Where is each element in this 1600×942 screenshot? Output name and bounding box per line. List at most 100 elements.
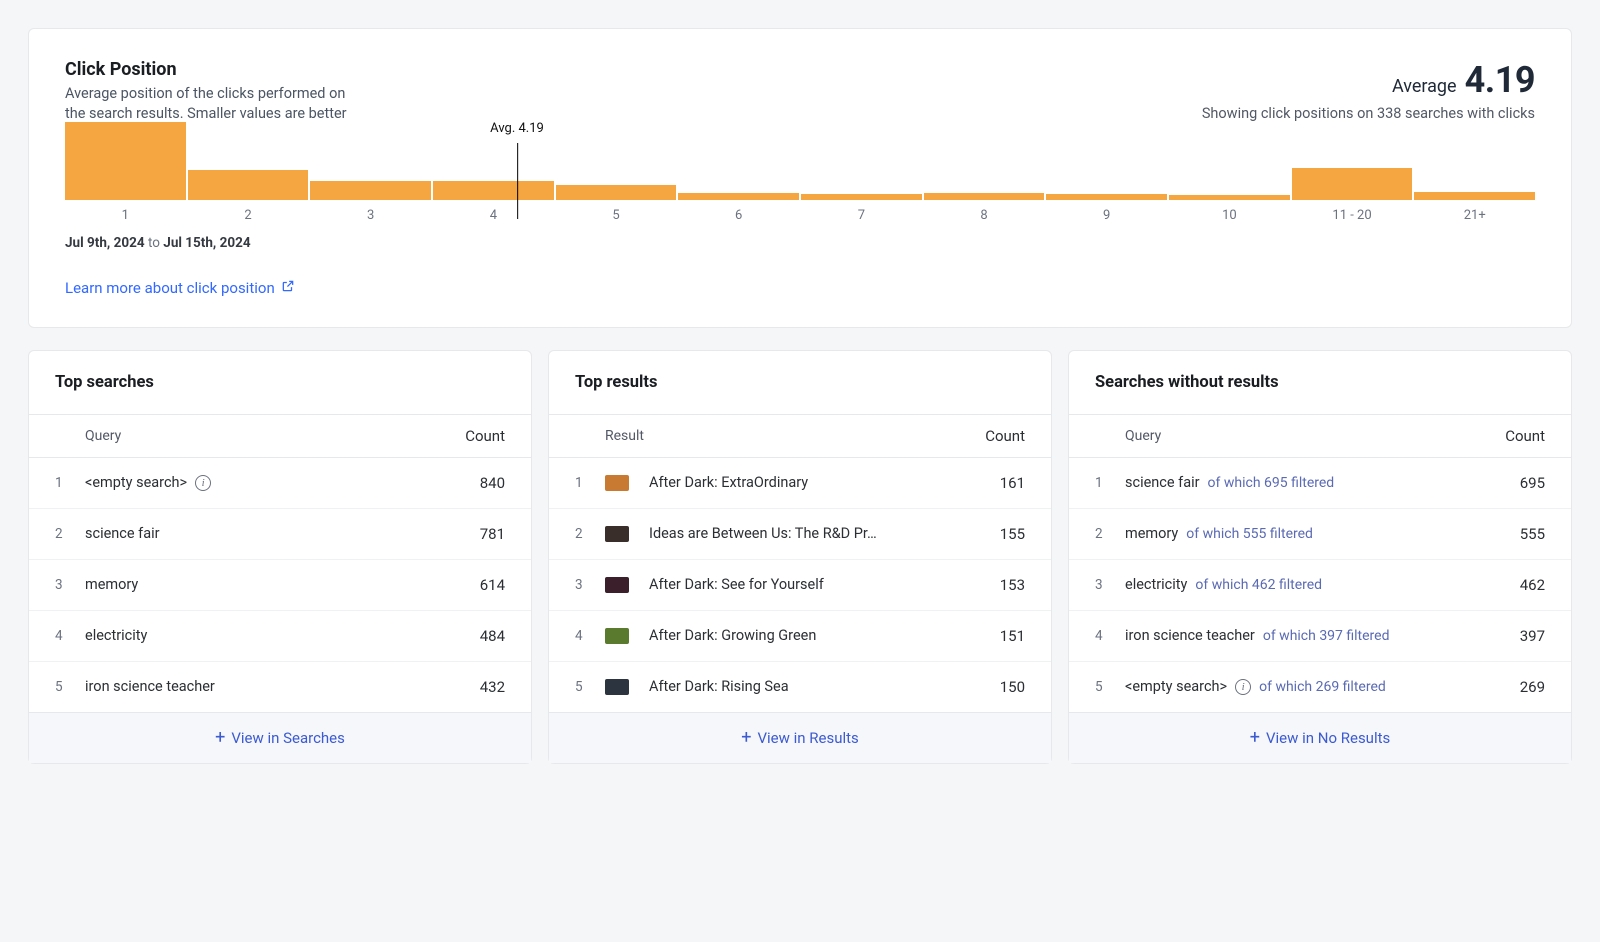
chart-bar — [1169, 195, 1290, 199]
learn-more-link[interactable]: Learn more about click position — [65, 279, 295, 297]
query-text: iron science teacher — [1125, 627, 1255, 644]
row-index: 3 — [55, 577, 85, 593]
table-row[interactable]: 5<empty search>i of which 269 filtered26… — [1069, 662, 1571, 713]
bar-col: 21+ — [1414, 192, 1535, 222]
bar-col: 10 — [1169, 195, 1290, 222]
count-cell: 269 — [1485, 678, 1545, 696]
query-text: <empty search> — [85, 474, 187, 491]
bar-col: 5 — [556, 185, 677, 223]
result-cell: After Dark: Rising Sea — [605, 678, 965, 695]
query-cell: science fair — [85, 525, 445, 542]
table-row[interactable]: 5After Dark: Rising Sea150 — [549, 662, 1051, 713]
average-label: Average — [1392, 76, 1457, 97]
table-row[interactable]: 2science fair781 — [29, 509, 531, 560]
count-cell: 462 — [1485, 576, 1545, 594]
query-cell: <empty search> i — [85, 474, 445, 491]
bar-label: 10 — [1222, 208, 1237, 223]
top-results-card: Top results Result Count 1After Dark: Ex… — [548, 350, 1052, 764]
result-text: Ideas are Between Us: The R&D Pr… — [649, 525, 877, 542]
top-searches-header: Query Count — [29, 415, 531, 458]
row-index: 4 — [1095, 628, 1125, 644]
bar-label: 9 — [1103, 208, 1110, 223]
filtered-text: of which 397 filtered — [1263, 628, 1390, 644]
bar-col: 9 — [1046, 194, 1167, 222]
bar-col: 1 — [65, 122, 186, 223]
filtered-text: of which 462 filtered — [1195, 577, 1322, 593]
chart-bar — [433, 181, 554, 200]
table-row[interactable]: 4electricity 484 — [29, 611, 531, 662]
col-query-label: Query — [85, 428, 445, 444]
count-cell: 151 — [965, 627, 1025, 645]
table-row[interactable]: 3 After Dark: See for Yourself 153 — [549, 560, 1051, 611]
row-index: 4 — [55, 628, 85, 644]
no-results-title: Searches without results — [1069, 351, 1571, 415]
row-index: 3 — [575, 577, 605, 593]
bar-label: 8 — [980, 208, 987, 223]
average-value: 4.19 — [1465, 59, 1535, 101]
view-in-results-link[interactable]: + View in Results — [549, 713, 1051, 763]
view-in-no-results-link[interactable]: + View in No Results — [1069, 713, 1571, 763]
result-cell: After Dark: ExtraOrdinary — [605, 474, 965, 491]
row-index: 4 — [575, 628, 605, 644]
top-searches-title: Top searches — [29, 351, 531, 415]
result-thumbnail — [605, 628, 629, 644]
query-text: science fair — [85, 525, 160, 542]
query-cell: electricity — [85, 627, 445, 644]
avg-marker: Avg. 4.19 — [490, 121, 544, 136]
table-row[interactable]: 5iron science teacher432 — [29, 662, 531, 713]
bar-label: 11 - 20 — [1332, 208, 1371, 223]
chart-bar — [310, 181, 431, 200]
result-cell: After Dark: Growing Green — [605, 627, 965, 644]
table-row[interactable]: 1science fair of which 695 filtered695 — [1069, 458, 1571, 509]
col-count-label: Count — [965, 427, 1025, 445]
info-icon[interactable]: i — [1235, 679, 1251, 695]
table-row[interactable]: 3electricity of which 462 filtered462 — [1069, 560, 1571, 611]
table-row[interactable]: 2Ideas are Between Us: The R&D Pr…155 — [549, 509, 1051, 560]
bar-label: 21+ — [1464, 208, 1486, 223]
bar-label: 2 — [244, 208, 251, 223]
query-cell: science fair of which 695 filtered — [1125, 474, 1485, 491]
col-count-label: Count — [445, 427, 505, 445]
click-position-header: Click Position Average position of the c… — [65, 59, 365, 125]
view-in-searches-link[interactable]: + View in Searches — [29, 713, 531, 763]
table-row[interactable]: 3memory614 — [29, 560, 531, 611]
result-thumbnail — [605, 679, 629, 695]
footer-label: View in Searches — [231, 729, 345, 747]
bar-col: 6 — [678, 193, 799, 222]
row-index: 3 — [1095, 577, 1125, 593]
click-position-description: Average position of the clicks performed… — [65, 84, 365, 125]
bar-col: 4 — [433, 181, 554, 223]
average-summary: Average 4.19 Showing click positions on … — [1202, 59, 1535, 122]
date-range: Jul 9th, 2024 to Jul 15th, 2024 — [65, 235, 1535, 251]
bar-label: 7 — [858, 208, 865, 223]
bar-col: 3 — [310, 181, 431, 223]
count-cell: 153 — [965, 576, 1025, 594]
bar-label: 1 — [122, 208, 129, 223]
bar-col: 7 — [801, 194, 922, 222]
table-row[interactable]: 4iron science teacher of which 397 filte… — [1069, 611, 1571, 662]
row-index: 1 — [1095, 475, 1125, 491]
result-thumbnail — [605, 475, 629, 491]
result-thumbnail — [605, 526, 629, 542]
query-text: electricity — [85, 627, 147, 644]
table-row[interactable]: 2memory of which 555 filtered555 — [1069, 509, 1571, 560]
bar-col: 2 — [188, 170, 309, 222]
filtered-text: of which 555 filtered — [1186, 526, 1313, 542]
table-row[interactable]: 1After Dark: ExtraOrdinary161 — [549, 458, 1051, 509]
result-text: After Dark: See for Yourself — [649, 576, 824, 593]
chart-bar — [801, 194, 922, 199]
table-row[interactable]: 4After Dark: Growing Green151 — [549, 611, 1051, 662]
row-index: 2 — [1095, 526, 1125, 542]
chart-bar — [65, 122, 186, 200]
date-to: Jul 15th, 2024 — [163, 235, 250, 251]
date-from: Jul 9th, 2024 — [65, 235, 145, 251]
info-icon[interactable]: i — [195, 475, 211, 491]
count-cell: 484 — [445, 627, 505, 645]
row-index: 2 — [575, 526, 605, 542]
filtered-text: of which 695 filtered — [1208, 475, 1335, 491]
col-result-label: Result — [605, 428, 965, 444]
result-thumbnail — [605, 577, 629, 593]
row-index: 5 — [1095, 679, 1125, 695]
table-row[interactable]: 1<empty search>i840 — [29, 458, 531, 509]
chart-bar — [1046, 194, 1167, 199]
